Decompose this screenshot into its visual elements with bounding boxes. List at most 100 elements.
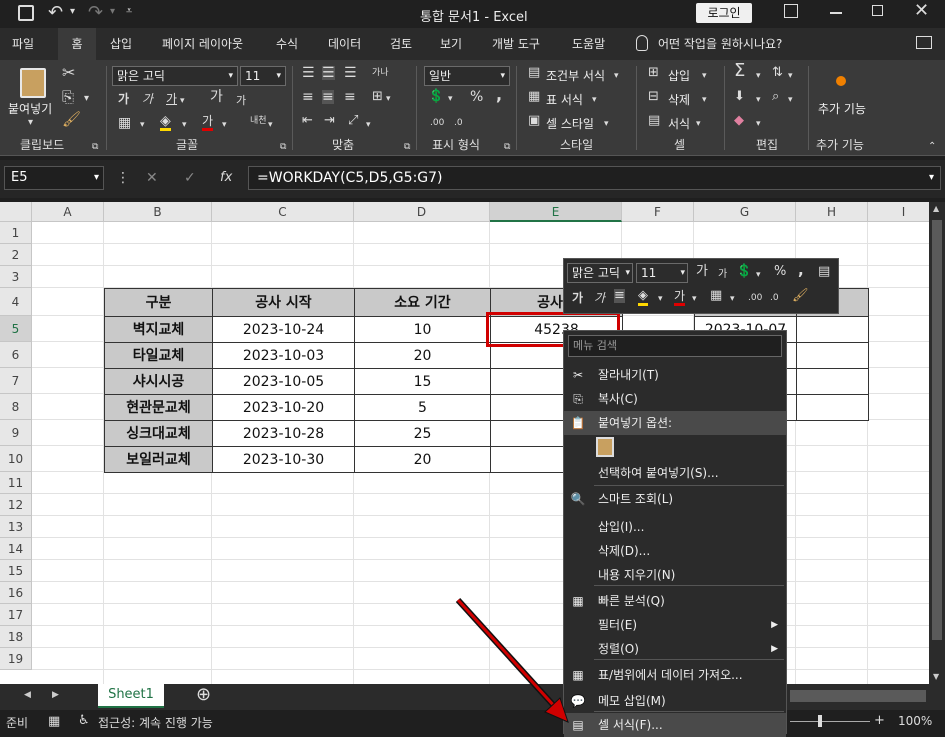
column-header-i[interactable]: I	[868, 202, 929, 222]
clear-icon[interactable]: ◆	[734, 114, 744, 128]
mini-decrease-decimal-icon[interactable]: .0	[770, 291, 779, 305]
row-header-5[interactable]: 5	[0, 316, 32, 342]
scroll-down-icon[interactable]: ▼	[933, 672, 939, 681]
mini-fill-dropdown-icon[interactable]: ▾	[658, 292, 663, 306]
table-format-dropdown-icon[interactable]: ▾	[592, 93, 597, 107]
table-cell-h[interactable]	[796, 394, 869, 421]
scroll-up-icon[interactable]: ▲	[933, 204, 939, 213]
row-header-18[interactable]: 18	[0, 626, 32, 648]
underline-dropdown-icon[interactable]: ▾	[180, 94, 185, 108]
paste-button-label[interactable]: 붙여넣기	[8, 100, 52, 117]
fill-color-icon[interactable]: ◈	[160, 114, 171, 131]
zoom-in-icon[interactable]: +	[874, 713, 885, 728]
table-format-icon[interactable]: ▦	[528, 90, 540, 104]
table-cell[interactable]: 5	[354, 394, 491, 421]
scroll-thumb[interactable]	[932, 220, 942, 640]
prev-sheet-icon[interactable]: ◀	[24, 690, 31, 700]
align-left-icon[interactable]: ≡	[302, 90, 314, 104]
undo-icon[interactable]: ↶	[48, 2, 63, 23]
table-header-cell[interactable]: 구분	[104, 288, 213, 317]
context-menu-item[interactable]: ⎘ 복사(C)	[564, 387, 786, 411]
save-icon[interactable]	[18, 5, 34, 21]
copy-icon[interactable]: ⎘	[62, 90, 74, 105]
tell-me-search[interactable]: 어떤 작업을 원하시나요?	[658, 28, 782, 60]
underline-icon[interactable]: 가	[166, 92, 177, 106]
row-header-14[interactable]: 14	[0, 538, 32, 560]
orientation-icon[interactable]: ⤢	[348, 114, 358, 128]
fill-dropdown-icon[interactable]: ▾	[756, 93, 761, 107]
row-header-6[interactable]: 6	[0, 342, 32, 368]
tab-file[interactable]: 파일	[12, 28, 46, 60]
find-select-icon[interactable]: ⌕	[772, 90, 779, 104]
sort-filter-dropdown-icon[interactable]: ▾	[788, 69, 793, 83]
context-menu-item[interactable]: 정렬(O) ▶	[564, 637, 786, 661]
row-header-10[interactable]: 10	[0, 446, 32, 472]
zoom-level[interactable]: 100%	[898, 714, 932, 728]
borders-dropdown-icon[interactable]: ▾	[140, 118, 145, 132]
row-header-9[interactable]: 9	[0, 420, 32, 446]
grow-font-icon[interactable]: 가	[210, 90, 223, 104]
zoom-slider[interactable]	[790, 721, 870, 722]
cancel-icon[interactable]: ✕	[146, 170, 158, 186]
phonetic-icon[interactable]: 내천	[250, 114, 267, 128]
font-size-combo[interactable]: 11 ▾	[240, 66, 286, 86]
table-cell[interactable]: 벽지교체	[104, 316, 213, 343]
table-cell[interactable]: 10	[354, 316, 491, 343]
font-color-icon[interactable]: 가	[202, 114, 214, 131]
table-cell[interactable]: 15	[354, 368, 491, 395]
column-header-e[interactable]: E	[490, 202, 622, 222]
column-header-g[interactable]: G	[694, 202, 796, 222]
column-header-f[interactable]: F	[622, 202, 694, 222]
mini-italic-icon[interactable]: 가	[594, 291, 605, 305]
row-header-17[interactable]: 17	[0, 604, 32, 626]
context-menu-item[interactable]: ✂ 잘라내기(T)	[564, 363, 786, 387]
tab-formulas[interactable]: 수식	[276, 28, 298, 60]
table-cell[interactable]: 25	[354, 420, 491, 447]
cut-icon[interactable]: ✂	[62, 65, 75, 81]
insert-dropdown-icon[interactable]: ▾	[702, 69, 707, 83]
format-button[interactable]: 서식	[668, 115, 690, 132]
row-header-7[interactable]: 7	[0, 368, 32, 394]
context-menu-item[interactable]: 삭제(D)...	[564, 539, 786, 563]
collapse-ribbon-icon[interactable]: ⌃	[928, 140, 936, 154]
sheet-tab-sheet1[interactable]: Sheet1	[98, 684, 164, 708]
font-color-dropdown-icon[interactable]: ▾	[222, 118, 227, 132]
accounting-dropdown-icon[interactable]: ▾	[448, 92, 453, 106]
bold-icon[interactable]: 가	[118, 92, 129, 106]
column-header-a[interactable]: A	[32, 202, 104, 222]
paste-dropdown-icon[interactable]: ▾	[28, 116, 33, 130]
redo-icon[interactable]: ↷	[88, 2, 103, 23]
conditional-format-icon[interactable]: ▤	[528, 66, 540, 80]
increase-decimal-icon[interactable]: .00	[430, 116, 444, 130]
row-header-16[interactable]: 16	[0, 582, 32, 604]
mini-font-combo[interactable]: 맑은 고딕 ▾	[567, 263, 633, 283]
addins-button[interactable]: 추가 기능	[816, 100, 868, 117]
column-header-c[interactable]: C	[212, 202, 354, 222]
accounting-format-icon[interactable]: 💲	[428, 90, 444, 104]
zoom-slider-thumb[interactable]	[818, 715, 822, 727]
table-cell[interactable]: 타일교체	[104, 342, 213, 369]
table-cell[interactable]: 2023-10-30	[212, 446, 355, 473]
format-painter-icon[interactable]: 🖌	[62, 112, 81, 127]
increase-indent-icon[interactable]: ⇥	[324, 114, 335, 128]
find-select-dropdown-icon[interactable]: ▾	[788, 93, 793, 107]
italic-icon[interactable]: 가	[142, 92, 153, 106]
autosum-dropdown-icon[interactable]: ▾	[756, 69, 761, 83]
column-header-b[interactable]: B	[104, 202, 212, 222]
column-header-h[interactable]: H	[796, 202, 868, 222]
paste-icon[interactable]	[20, 68, 46, 98]
context-menu-item[interactable]: 🔍 스마트 조회(L)	[564, 487, 786, 511]
delete-dropdown-icon[interactable]: ▾	[702, 93, 707, 107]
table-cell[interactable]: 2023-10-24	[212, 316, 355, 343]
merge-center-icon[interactable]: ⊞	[372, 90, 383, 104]
context-menu-item[interactable]: 필터(E) ▶	[564, 613, 786, 637]
tab-help[interactable]: 도움말	[572, 28, 605, 60]
tab-data[interactable]: 데이터	[328, 28, 361, 60]
format-cells-ribbon-icon[interactable]: ▤	[648, 114, 660, 128]
fill-color-dropdown-icon[interactable]: ▾	[182, 118, 187, 132]
autosum-icon[interactable]: Σ	[734, 62, 745, 80]
shrink-font-icon[interactable]: 가	[236, 94, 246, 108]
cell-style-dropdown-icon[interactable]: ▾	[604, 117, 609, 131]
clear-dropdown-icon[interactable]: ▾	[756, 117, 761, 131]
add-sheet-icon[interactable]: ⊕	[196, 684, 211, 705]
